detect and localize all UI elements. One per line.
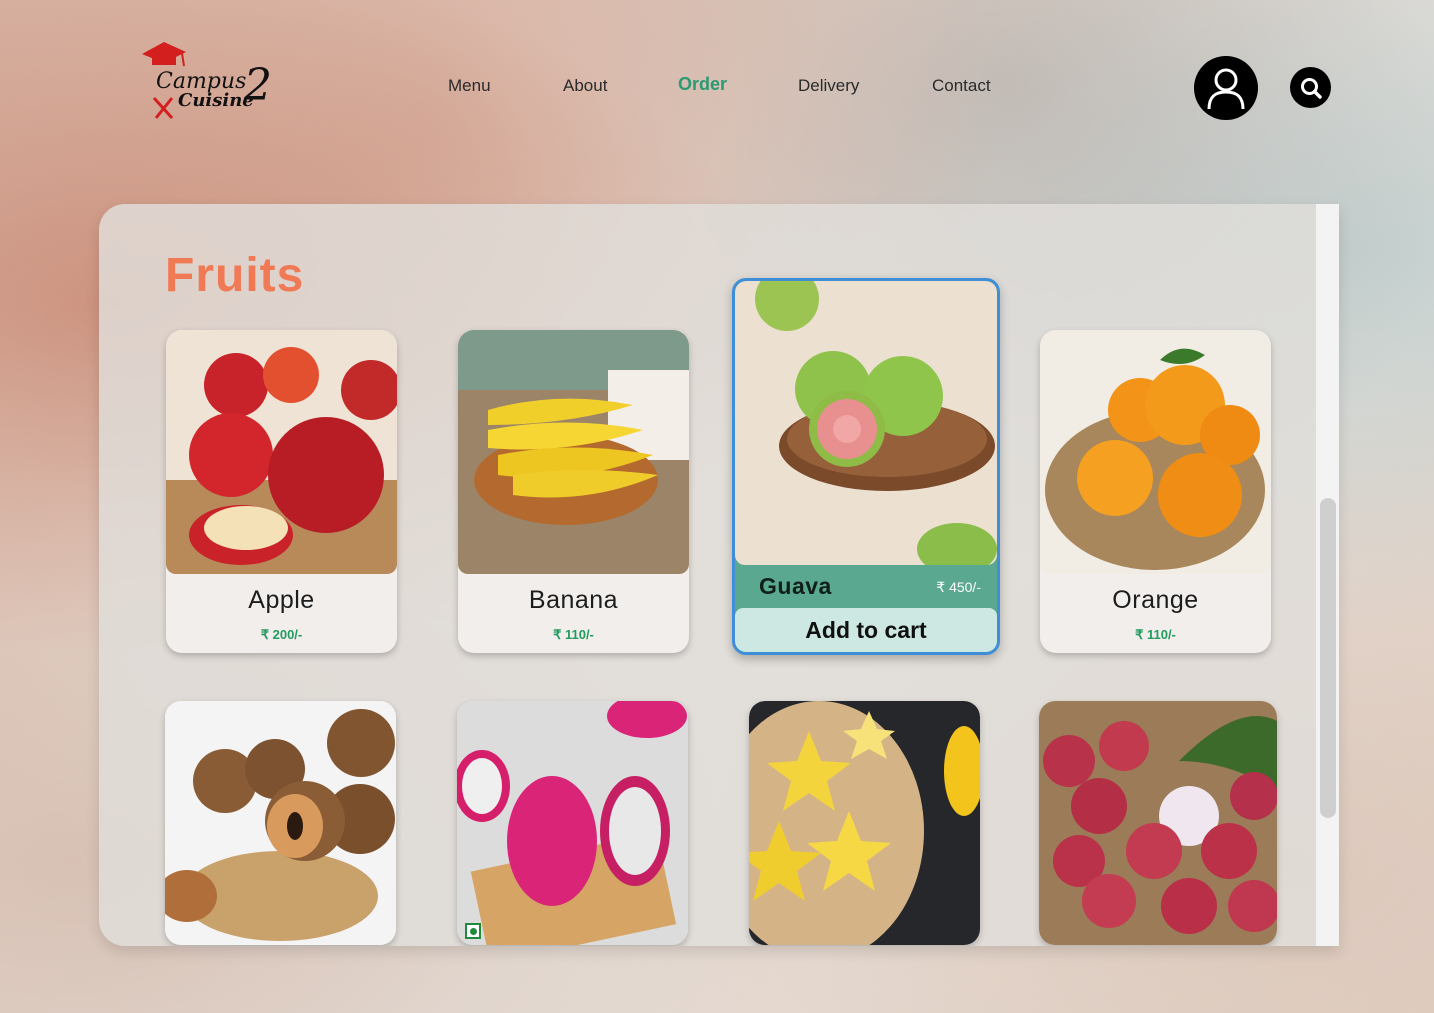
- nav-item-delivery[interactable]: Delivery: [798, 76, 859, 96]
- product-price: ₹ 200/-: [260, 627, 303, 642]
- product-card-sapota[interactable]: [165, 701, 396, 945]
- product-card-star-fruit[interactable]: [749, 701, 980, 945]
- product-card-apple[interactable]: Apple ₹ 200/-: [166, 330, 397, 653]
- product-card-orange[interactable]: Orange ₹ 110/-: [1040, 330, 1271, 653]
- product-panel: Fruits Apple ₹ 200/- Banana ₹ 110/- Guav…: [99, 204, 1339, 946]
- orange-image: [1040, 330, 1271, 574]
- lychee-image: [1039, 701, 1277, 945]
- scrollbar-track[interactable]: [1316, 204, 1339, 946]
- apple-image: [166, 330, 397, 574]
- product-card-guava[interactable]: Guava ₹ 450/- Add to cart: [732, 278, 1000, 655]
- product-card-banana[interactable]: Banana ₹ 110/-: [458, 330, 689, 653]
- section-title: Fruits: [165, 249, 305, 302]
- veg-indicator-icon: [465, 923, 481, 939]
- profile-button[interactable]: [1194, 56, 1258, 120]
- product-name: Banana: [528, 586, 619, 614]
- product-price: ₹ 450/-: [936, 579, 981, 595]
- add-to-cart-button[interactable]: Add to cart: [735, 608, 997, 652]
- scrollbar-thumb[interactable]: [1320, 498, 1336, 818]
- product-price: ₹ 110/-: [1135, 627, 1176, 642]
- star-fruit-image: [749, 701, 980, 945]
- nav-item-order[interactable]: Order: [678, 74, 727, 95]
- product-card-lychee[interactable]: [1039, 701, 1277, 945]
- search-button[interactable]: [1290, 67, 1331, 108]
- product-name: Guava: [759, 573, 832, 599]
- product-name: Apple: [248, 586, 315, 614]
- product-card-dragon-fruit[interactable]: [457, 701, 688, 945]
- nav-item-contact[interactable]: Contact: [932, 76, 991, 96]
- product-price: ₹ 110/-: [553, 627, 594, 642]
- guava-image: [735, 281, 997, 565]
- dragon-fruit-image: [457, 701, 688, 945]
- banana-image: [458, 330, 689, 574]
- nav-item-about[interactable]: About: [563, 76, 607, 96]
- user-icon: [1207, 68, 1245, 110]
- sapota-image: [165, 701, 396, 945]
- search-icon: [1300, 77, 1322, 99]
- product-name: Orange: [1112, 586, 1199, 614]
- nav-item-menu[interactable]: Menu: [448, 76, 491, 96]
